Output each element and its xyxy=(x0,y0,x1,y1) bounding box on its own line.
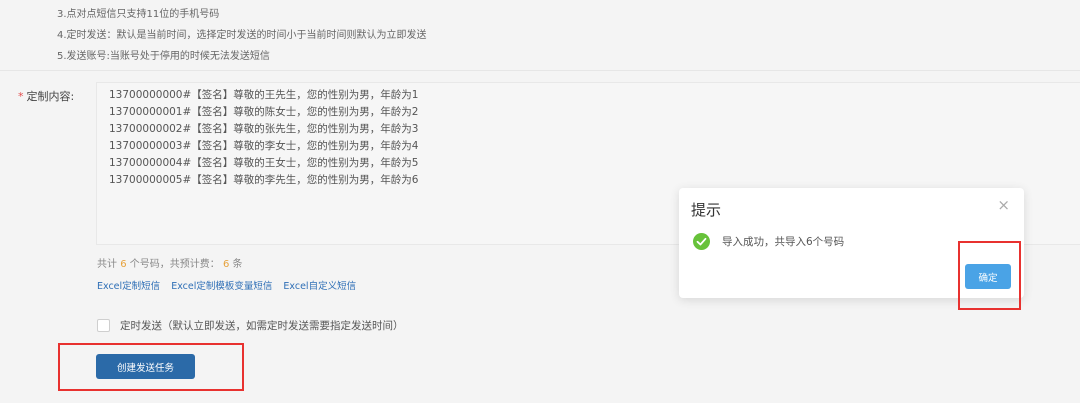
fee-count: 6 xyxy=(222,259,230,270)
excel-links: Excel定制短信 Excel定制模板变量短信 Excel自定义短信 xyxy=(97,278,364,292)
content-label: * 定制内容: xyxy=(18,90,75,103)
content-line: 13700000000#【签名】尊敬的王先生，您的性别为男，年龄为1 xyxy=(109,89,419,101)
dialog-message: 导入成功，共导入6个号码 xyxy=(722,236,845,248)
close-icon[interactable]: × xyxy=(997,198,1010,213)
content-line: 13700000005#【签名】尊敬的李先生，您的性别为男，年龄为6 xyxy=(109,174,419,186)
content-line: 13700000002#【签名】尊敬的张先生，您的性别为男，年龄为3 xyxy=(109,123,419,135)
highlight-box-confirm xyxy=(958,241,1021,310)
note-item: 5.发送账号:当账号处于停用的时候无法发送短信 xyxy=(57,51,270,62)
note-item: 4.定时发送：默认是当前时间，选择定时发送的时间小于当前时间则默认为立即发送 xyxy=(57,30,427,41)
required-mark: * xyxy=(18,90,24,103)
notes-list: 3.点对点短信只支持11位的手机号码 4.定时发送：默认是当前时间，选择定时发送… xyxy=(57,4,427,67)
content-line: 13700000001#【签名】尊敬的陈女士，您的性别为男，年龄为2 xyxy=(109,106,419,118)
schedule-checkbox[interactable] xyxy=(97,319,110,332)
content-line: 13700000003#【签名】尊敬的李女士，您的性别为男，年龄为4 xyxy=(109,140,419,152)
content-lines: 13700000000#【签名】尊敬的王先生，您的性别为男，年龄为1 13700… xyxy=(109,87,418,189)
sms-task-page: 3.点对点短信只支持11位的手机号码 4.定时发送：默认是当前时间，选择定时发送… xyxy=(0,0,1080,403)
number-count: 6 xyxy=(120,259,127,270)
count-summary: 共计 6 个号码，共预计费： 6 条 xyxy=(97,259,243,270)
dialog-title: 提示 xyxy=(691,201,722,219)
divider xyxy=(0,70,1080,71)
schedule-option[interactable]: 定时发送（默认立即发送，如需定时发送需要指定发送时间） xyxy=(97,318,404,333)
excel-template-variable-link[interactable]: Excel定制模板变量短信 xyxy=(171,281,272,292)
excel-custom-sms-link[interactable]: Excel定制短信 xyxy=(97,281,160,292)
highlight-box-create xyxy=(58,343,244,391)
content-line: 13700000004#【签名】尊敬的王女士，您的性别为男，年龄为5 xyxy=(109,157,419,169)
note-item: 3.点对点短信只支持11位的手机号码 xyxy=(57,9,220,20)
schedule-label: 定时发送（默认立即发送，如需定时发送需要指定发送时间） xyxy=(120,320,404,332)
success-check-icon xyxy=(693,233,710,250)
excel-self-defined-link[interactable]: Excel自定义短信 xyxy=(283,281,356,292)
